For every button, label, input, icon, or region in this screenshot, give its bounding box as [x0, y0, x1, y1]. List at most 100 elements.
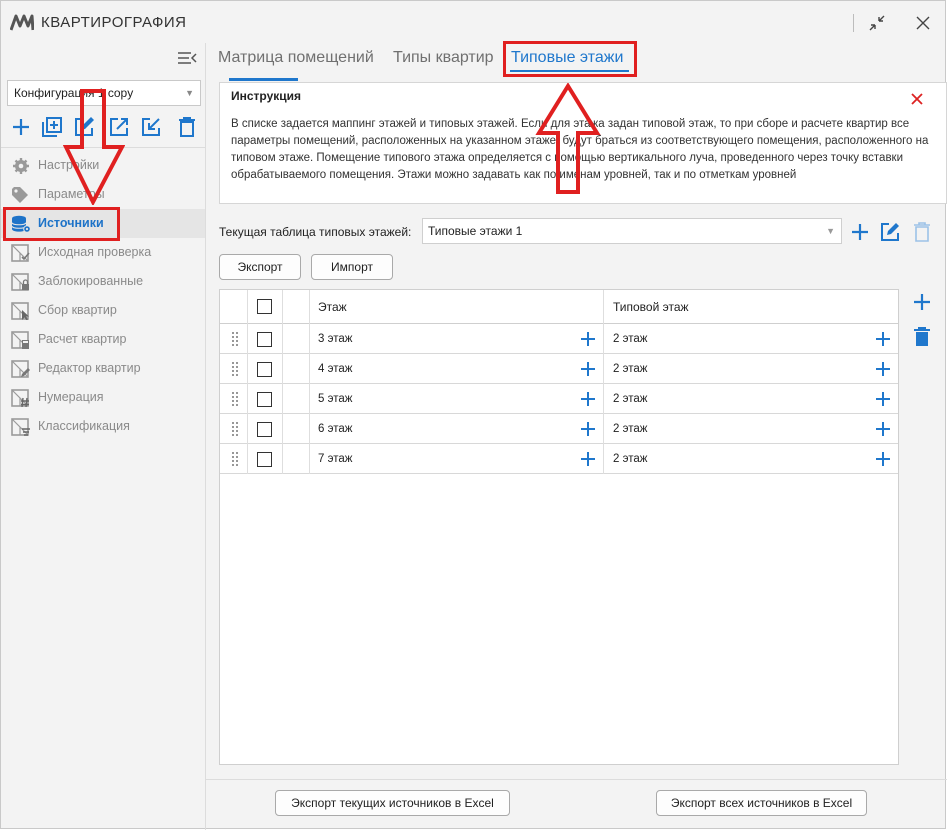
- sidebar-item-numbering[interactable]: Нумерация: [1, 383, 205, 412]
- floor-cell[interactable]: 7 этаж: [318, 453, 352, 465]
- table-row[interactable]: 5 этаж 2 этаж: [220, 384, 898, 414]
- annotation-highlight-box: [503, 41, 637, 77]
- column-divider: [247, 290, 248, 324]
- app-logo-icon: [10, 14, 34, 31]
- import-button[interactable]: Импорт: [311, 254, 393, 280]
- column-divider: [282, 414, 283, 444]
- pick-floor-plus-icon[interactable]: [579, 450, 597, 468]
- sidebar-item-calculate[interactable]: Расчет квартир: [1, 325, 205, 354]
- row-checkbox[interactable]: [257, 452, 272, 467]
- column-divider: [309, 444, 310, 474]
- column-divider: [603, 290, 604, 324]
- table-row[interactable]: 4 этаж 2 этаж: [220, 354, 898, 384]
- collapse-icon[interactable]: [866, 12, 888, 34]
- typical-floor-cell[interactable]: 2 этаж: [613, 333, 647, 345]
- export-all-sources-button[interactable]: Экспорт всех источников в Excel: [656, 790, 867, 816]
- column-divider: [247, 384, 248, 414]
- pick-floor-plus-icon[interactable]: [579, 420, 597, 438]
- floor-cell[interactable]: 3 этаж: [318, 333, 352, 345]
- pick-typical-floor-plus-icon[interactable]: [874, 330, 892, 348]
- delete-table-trash-icon[interactable]: [911, 221, 933, 243]
- sidebar-item-label: Исходная проверка: [38, 245, 152, 259]
- import-icon[interactable]: [139, 115, 163, 139]
- sidebar-item-label: Сбор квартир: [38, 303, 117, 317]
- pick-typical-floor-plus-icon[interactable]: [874, 390, 892, 408]
- table-selector-label: Текущая таблица типовых этажей:: [219, 225, 412, 239]
- menu-collapse-icon[interactable]: [177, 50, 197, 66]
- gear-icon: [13, 158, 29, 174]
- sidebar-item-classification[interactable]: Классификация: [1, 412, 205, 441]
- pick-floor-plus-icon[interactable]: [579, 390, 597, 408]
- chevron-down-icon: ▼: [826, 226, 835, 236]
- table-row[interactable]: 3 этаж 2 этаж: [220, 324, 898, 354]
- typical-floor-cell[interactable]: 2 этаж: [613, 423, 647, 435]
- pick-typical-floor-plus-icon[interactable]: [874, 420, 892, 438]
- tag-icon: [12, 187, 28, 203]
- export-current-sources-button[interactable]: Экспорт текущих источников в Excel: [275, 790, 510, 816]
- row-checkbox[interactable]: [257, 422, 272, 437]
- column-divider: [603, 414, 604, 444]
- pick-floor-plus-icon[interactable]: [579, 360, 597, 378]
- sort-plan-icon: [11, 418, 30, 436]
- sidebar-item-collect[interactable]: Сбор квартир: [1, 296, 205, 325]
- column-header-floor[interactable]: Этаж: [318, 300, 347, 314]
- floor-cell[interactable]: 5 этаж: [318, 393, 352, 405]
- sidebar-item-blocked[interactable]: Заблокированные: [1, 267, 205, 296]
- delete-row-trash-icon[interactable]: [911, 326, 933, 348]
- column-divider: [309, 414, 310, 444]
- column-divider: [603, 444, 604, 474]
- typical-floors-grid: Этаж Типовой этаж 3 этаж 2 этаж 4 этаж 2…: [219, 289, 899, 765]
- floor-cell[interactable]: 4 этаж: [318, 363, 352, 375]
- footer-divider: [206, 779, 947, 780]
- drag-handle-icon[interactable]: [231, 421, 239, 437]
- pick-floor-plus-icon[interactable]: [579, 330, 597, 348]
- window-close-icon[interactable]: [912, 12, 934, 34]
- sidebar-item-label: Расчет квартир: [38, 332, 127, 346]
- typical-floor-cell[interactable]: 2 этаж: [613, 363, 647, 375]
- column-divider: [247, 414, 248, 444]
- trash-icon[interactable]: [175, 115, 199, 139]
- sidebar-item-editor[interactable]: Редактор квартир: [1, 354, 205, 383]
- column-header-typical-floor[interactable]: Типовой этаж: [613, 300, 689, 314]
- drag-handle-icon[interactable]: [231, 361, 239, 377]
- typical-floor-cell[interactable]: 2 этаж: [613, 453, 647, 465]
- annotation-up-arrow-icon: [535, 83, 601, 194]
- add-table-plus-icon[interactable]: [849, 221, 871, 243]
- typical-floors-table-select[interactable]: Типовые этажи 1 ▼: [422, 218, 842, 244]
- close-icon[interactable]: [909, 91, 925, 107]
- column-divider: [603, 354, 604, 384]
- column-divider: [603, 324, 604, 354]
- typical-floor-cell[interactable]: 2 этаж: [613, 393, 647, 405]
- column-divider: [282, 444, 283, 474]
- table-row[interactable]: 7 этаж 2 этаж: [220, 444, 898, 474]
- edit-table-icon[interactable]: [879, 221, 901, 243]
- sidebar-item-label: Редактор квартир: [38, 361, 141, 375]
- column-divider: [603, 384, 604, 414]
- check-plan-icon: [11, 244, 30, 262]
- floor-cell[interactable]: 6 этаж: [318, 423, 352, 435]
- pick-typical-floor-plus-icon[interactable]: [874, 360, 892, 378]
- select-all-checkbox[interactable]: [257, 299, 272, 314]
- sidebar-item-initial-check[interactable]: Исходная проверка: [1, 238, 205, 267]
- annotation-down-arrow-icon: [63, 89, 125, 205]
- tab-apartment-types[interactable]: Типы квартир: [393, 49, 494, 67]
- pick-typical-floor-plus-icon[interactable]: [874, 450, 892, 468]
- row-checkbox[interactable]: [257, 392, 272, 407]
- plus-icon[interactable]: [9, 115, 33, 139]
- sidebar-item-label: Нумерация: [38, 390, 104, 404]
- add-row-plus-icon[interactable]: [911, 291, 933, 313]
- tab-room-matrix[interactable]: Матрица помещений: [218, 49, 374, 67]
- instruction-title: Инструкция: [231, 89, 302, 103]
- table-row[interactable]: 6 этаж 2 этаж: [220, 414, 898, 444]
- drag-handle-icon[interactable]: [231, 331, 239, 347]
- column-divider: [282, 324, 283, 354]
- title-divider: [853, 14, 854, 32]
- table-select-value: Типовые этажи 1: [428, 224, 523, 238]
- row-checkbox[interactable]: [257, 362, 272, 377]
- drag-handle-icon[interactable]: [231, 451, 239, 467]
- column-divider: [247, 324, 248, 354]
- drag-handle-icon[interactable]: [231, 391, 239, 407]
- row-checkbox[interactable]: [257, 332, 272, 347]
- export-button[interactable]: Экспорт: [219, 254, 301, 280]
- add-copy-icon[interactable]: [40, 115, 64, 139]
